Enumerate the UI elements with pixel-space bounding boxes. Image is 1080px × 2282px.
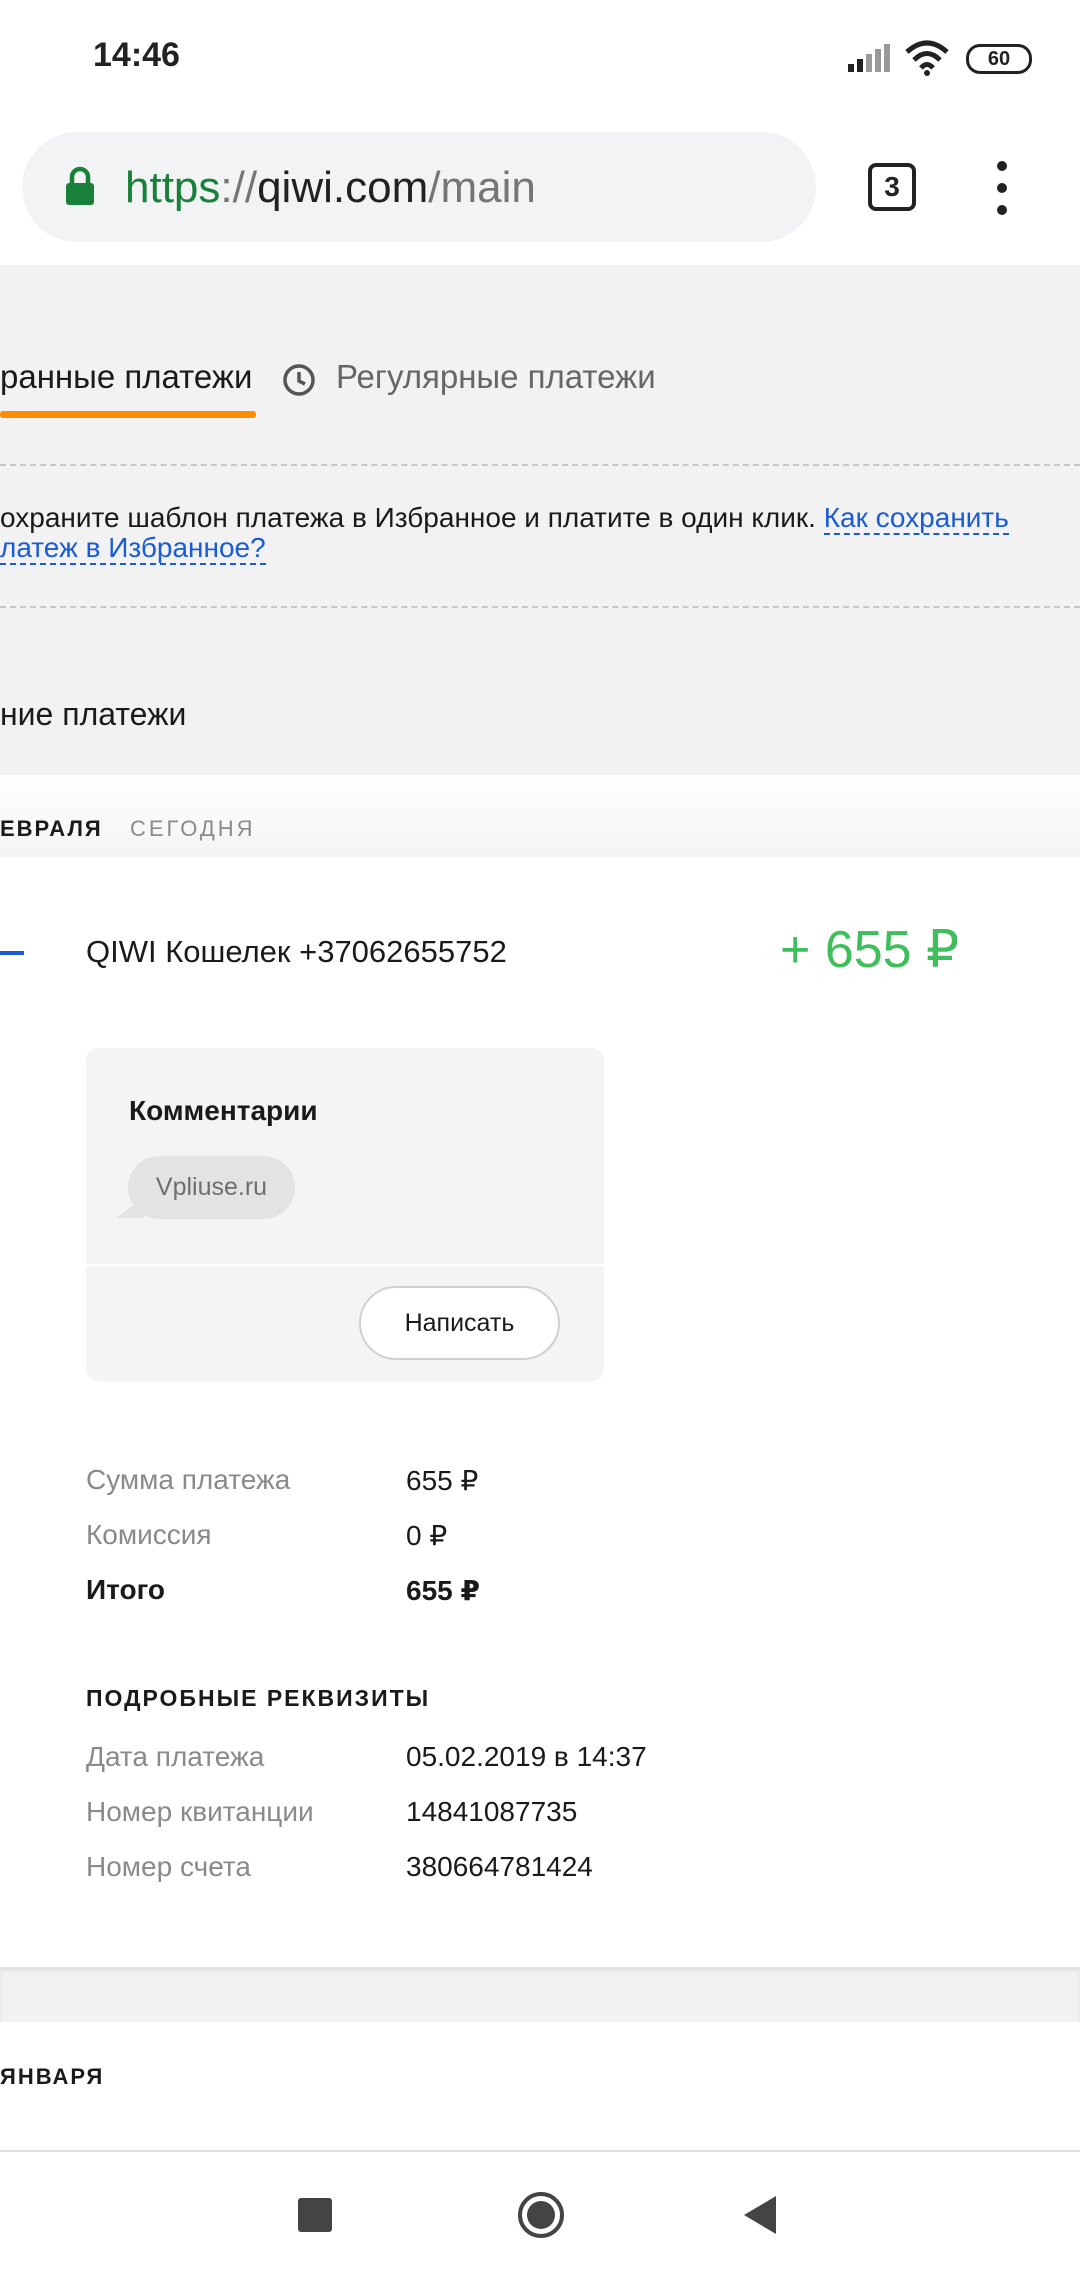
tab-favorites[interactable]: ранные платежи (0, 358, 252, 396)
date-label: ЕВРАЛЯ (0, 816, 103, 841)
url-text[interactable]: https://qiwi.com/main (125, 160, 536, 216)
comments-title: Комментарии (129, 1095, 318, 1126)
next-date-group (0, 2022, 1080, 2150)
clock-icon (283, 364, 315, 396)
date-relative: СЕГОДНЯ (130, 816, 256, 841)
section-title: ние платежи (0, 696, 187, 732)
payment-payee[interactable]: QIWI Кошелек +37062655752 (86, 934, 507, 970)
divider (0, 464, 1080, 466)
favorites-hint: охраните шаблон платежа в Избранное и пл… (0, 502, 1060, 565)
write-comment-button[interactable]: Написать (359, 1286, 560, 1360)
total-label: Итого (86, 1574, 165, 1605)
url-host: qiwi.com (257, 163, 429, 212)
detail-label: Номер счета (86, 1851, 251, 1882)
detail-label: Дата платежа (86, 1741, 265, 1772)
tab-switcher-button[interactable]: 3 (868, 163, 916, 211)
url-scheme: https (125, 163, 221, 212)
status-time: 14:46 (93, 36, 180, 74)
url-separator: :// (220, 163, 258, 212)
wifi-icon (905, 40, 949, 76)
signal-icon (848, 44, 890, 72)
detail-label: Номер квитанции (86, 1796, 314, 1827)
details-heading: ПОДРОБНЫЕ РЕКВИЗИТЫ (86, 1685, 431, 1711)
summary-value: 0 ₽ (406, 1520, 448, 1551)
url-path: /main (428, 163, 536, 212)
comments-divider (86, 1264, 604, 1266)
payment-amount: + 655 ₽ (780, 921, 960, 979)
summary-label: Сумма платежа (86, 1464, 291, 1495)
hint-text: охраните шаблон платежа в Избранное и пл… (0, 502, 824, 533)
summary-label: Комиссия (86, 1519, 212, 1550)
more-menu-icon[interactable] (990, 160, 1014, 216)
total-value: 655 ₽ (406, 1575, 480, 1606)
active-tab-indicator (0, 411, 256, 418)
date-label: ЯНВАРЯ (0, 2064, 105, 2089)
home-icon[interactable] (516, 2190, 566, 2240)
detail-value: 14841087735 (406, 1796, 578, 1827)
tab-regular-payments[interactable]: Регулярные платежи (336, 358, 656, 396)
back-icon[interactable] (742, 2194, 778, 2236)
divider (0, 606, 1080, 608)
summary-value: 655 ₽ (406, 1465, 479, 1496)
payment-marker (0, 951, 24, 955)
battery-icon: 60 (966, 44, 1032, 74)
recents-icon[interactable] (298, 2198, 332, 2232)
lock-icon (66, 166, 94, 205)
comment-bubble: Vpliuse.ru (128, 1156, 295, 1219)
detail-value: 380664781424 (406, 1851, 593, 1882)
detail-value: 05.02.2019 в 14:37 (406, 1741, 647, 1772)
card-gap (0, 1967, 1080, 2022)
